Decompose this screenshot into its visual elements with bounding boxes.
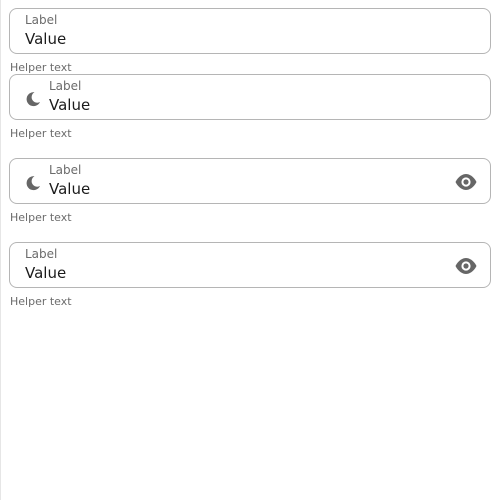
moon-icon [26,176,40,191]
text-field-4[interactable]: Label Value [9,242,491,288]
field-value[interactable]: Value [49,96,90,114]
field-value[interactable]: Value [25,30,66,48]
field-value[interactable]: Value [25,264,66,282]
helper-text: Helper text [10,127,72,140]
eye-icon[interactable] [454,255,478,277]
helper-text: Helper text [10,61,72,74]
field-label: Label [49,79,82,93]
field-label: Label [25,247,58,261]
field-label: Label [25,13,58,27]
field-value[interactable]: Value [49,180,90,198]
text-field-2[interactable]: Label Value [9,74,491,120]
helper-text: Helper text [10,211,72,224]
left-edge-divider [0,0,1,500]
field-label: Label [49,163,82,177]
text-field-3[interactable]: Label Value [9,158,491,204]
eye-icon[interactable] [454,171,478,193]
helper-text: Helper text [10,295,72,308]
moon-icon [26,92,40,107]
text-field-1[interactable]: Label Value [9,8,491,54]
